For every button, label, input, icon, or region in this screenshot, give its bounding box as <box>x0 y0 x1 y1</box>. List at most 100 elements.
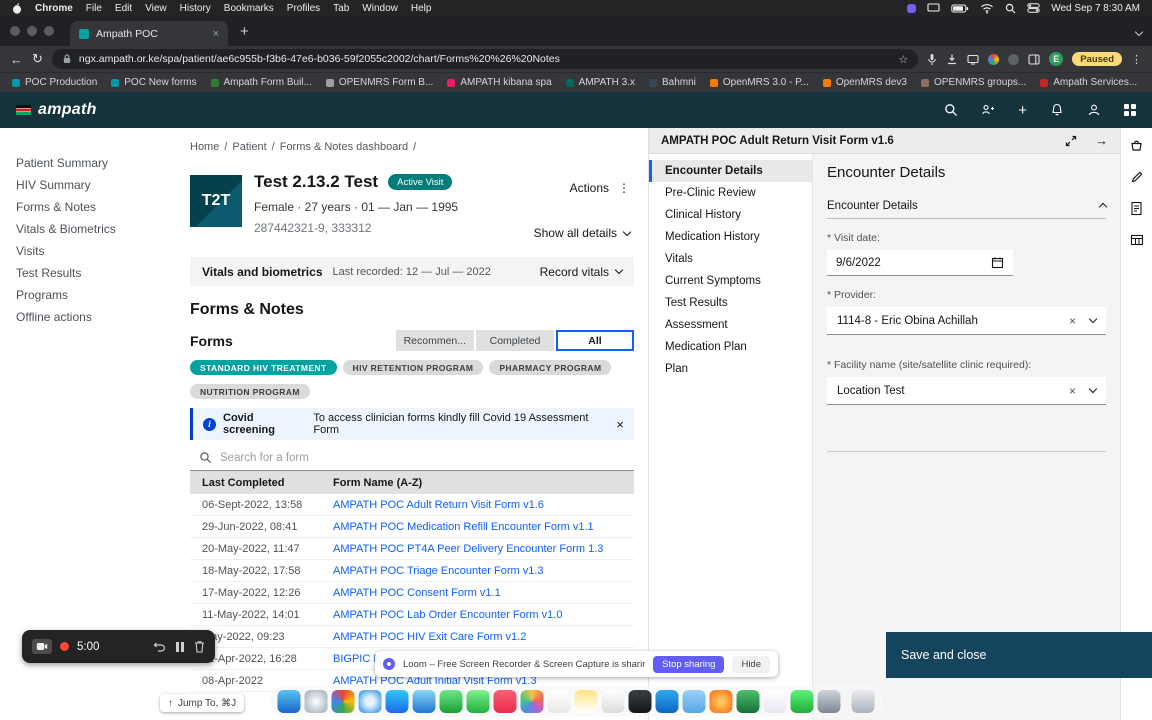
bookmark-item[interactable]: OpenMRS 3.0 - P... <box>709 77 809 88</box>
form-name-link[interactable]: AMPATH POC Lab Order Encounter Form v1.0 <box>333 609 562 621</box>
dock-app-icon[interactable] <box>547 690 571 713</box>
stop-sharing-button[interactable]: Stop sharing <box>653 655 725 673</box>
tab-all[interactable]: All <box>556 330 634 351</box>
app-switcher-grid-icon[interactable] <box>1124 104 1136 116</box>
dock-app-icon[interactable] <box>412 690 436 713</box>
results-table-icon[interactable] <box>1130 233 1144 247</box>
download-icon[interactable] <box>946 53 958 65</box>
hide-workspace-arrow-icon[interactable]: → <box>1095 133 1108 148</box>
program-tag[interactable]: PHARMACY PROGRAM <box>489 360 612 375</box>
menubar-item[interactable]: Help <box>411 3 432 14</box>
menubar-item[interactable]: Edit <box>115 3 132 14</box>
battery-icon[interactable] <box>951 4 969 13</box>
form-name-link[interactable]: AMPATH POC Consent Form v1.1 <box>333 587 501 599</box>
record-indicator-icon[interactable] <box>60 642 69 651</box>
form-section-link[interactable]: Test Results <box>649 292 812 314</box>
patient-actions-button[interactable]: Actions ⋮ <box>570 181 630 195</box>
menubar-item[interactable]: Chrome <box>35 3 73 14</box>
dock-app-icon[interactable] <box>331 690 355 713</box>
form-section-link[interactable]: Vitals <box>649 248 812 270</box>
sync-paused-badge[interactable]: Paused <box>1072 52 1122 66</box>
menubar-item[interactable]: Profiles <box>287 3 320 14</box>
back-button[interactable]: ← <box>10 52 23 67</box>
bookmark-item[interactable]: OpenMRS dev3 <box>822 77 907 88</box>
spotlight-search-icon[interactable] <box>1005 3 1016 14</box>
window-close-button[interactable] <box>10 26 20 36</box>
sidebar-item[interactable]: Patient Summary <box>16 152 180 174</box>
form-search[interactable] <box>190 445 634 471</box>
maximize-icon[interactable] <box>1065 135 1077 147</box>
cast-icon[interactable] <box>967 54 979 65</box>
bookmark-item[interactable]: Ampath Services... <box>1040 77 1137 88</box>
display-icon[interactable] <box>927 3 940 13</box>
site-lock-icon[interactable] <box>62 53 72 65</box>
delete-recording-icon[interactable] <box>194 640 205 653</box>
sidebar-item[interactable]: Test Results <box>16 262 180 284</box>
screen-record-indicator-icon[interactable] <box>907 3 917 13</box>
bookmark-item[interactable]: OPENMRS groups... <box>921 77 1026 88</box>
form-name-link[interactable]: AMPATH POC Triage Encounter Form v1.3 <box>333 565 544 577</box>
form-section-link[interactable]: Pre-Clinic Review <box>649 182 812 204</box>
form-section-link[interactable]: Medication Plan <box>649 336 812 358</box>
program-tag[interactable]: STANDARD HIV TREATMENT <box>190 360 337 375</box>
jump-to-hint[interactable]: ↑ Jump To, ⌘J <box>160 694 245 712</box>
bookmark-item[interactable]: POC Production <box>12 77 97 88</box>
dock-app-icon[interactable] <box>358 690 382 713</box>
dock-app-icon[interactable] <box>628 690 652 713</box>
dock-app-icon[interactable] <box>304 690 328 713</box>
hide-banner-button[interactable]: Hide <box>732 655 770 673</box>
search-icon[interactable] <box>944 103 958 117</box>
form-name-link[interactable]: BIGPIC F <box>333 653 380 665</box>
user-queue-icon[interactable] <box>981 103 995 117</box>
record-vitals-button[interactable]: Record vitals <box>540 265 624 279</box>
form-section-link[interactable]: Plan <box>649 358 812 380</box>
sidebar-item[interactable]: Offline actions <box>16 306 180 328</box>
clear-selection-icon[interactable]: × <box>1069 314 1076 328</box>
notifications-bell-icon[interactable] <box>1050 103 1064 117</box>
window-zoom-button[interactable] <box>44 26 54 36</box>
form-name-link[interactable]: AMPATH POC Adult Return Visit Form v1.6 <box>333 499 544 511</box>
dock-app-icon[interactable] <box>736 690 760 713</box>
dock-app-icon[interactable] <box>601 690 625 713</box>
dock-app-icon[interactable] <box>574 690 598 713</box>
menubar-item[interactable]: View <box>145 3 167 14</box>
mic-icon[interactable] <box>927 53 937 66</box>
program-tag[interactable]: NUTRITION PROGRAM <box>190 384 310 399</box>
notice-close-icon[interactable]: × <box>616 417 624 432</box>
control-center-icon[interactable] <box>1027 3 1040 13</box>
browser-tab[interactable]: Ampath POC × <box>70 21 228 46</box>
browser-menu-icon[interactable]: ⋮ <box>1131 53 1142 66</box>
apple-menu-icon[interactable] <box>12 2 22 14</box>
form-section-link[interactable]: Medication History <box>649 226 812 248</box>
menubar-item[interactable]: Tab <box>333 3 349 14</box>
visit-date-input[interactable]: 9/6/2022 <box>827 250 1013 276</box>
bookmark-item[interactable]: Bahmni <box>648 77 696 88</box>
address-bar[interactable]: ngx.ampath.or.ke/spa/patient/ae6c955b-f3… <box>51 49 919 69</box>
form-name-link[interactable]: AMPATH POC Medication Refill Encounter F… <box>333 521 594 533</box>
tab-search-icon[interactable] <box>1134 24 1144 38</box>
extension-icon-dark[interactable] <box>1008 53 1020 65</box>
program-tag[interactable]: HIV RETENTION PROGRAM <box>342 360 484 375</box>
window-minimize-button[interactable] <box>27 26 37 36</box>
clinical-forms-icon[interactable] <box>1130 201 1143 216</box>
dock-app-icon[interactable] <box>790 690 814 713</box>
clear-selection-icon[interactable]: × <box>1069 384 1076 398</box>
form-name-link[interactable]: AMPATH POC PT4A Peer Delivery Encounter … <box>333 543 603 555</box>
tab-completed[interactable]: Completed <box>476 330 554 351</box>
provider-combobox[interactable]: 1114-8 - Eric Obina Achillah × <box>827 307 1106 335</box>
form-section-link[interactable]: Clinical History <box>649 204 812 226</box>
note-pencil-icon[interactable] <box>1130 170 1144 184</box>
form-section-link[interactable]: Assessment <box>649 314 812 336</box>
tab-recommended[interactable]: Recommen... <box>395 330 474 351</box>
breadcrumb-dashboard[interactable]: Forms & Notes dashboard <box>280 141 408 153</box>
overflow-menu-icon[interactable]: ⋮ <box>618 181 630 195</box>
restart-recording-icon[interactable] <box>153 641 166 653</box>
save-and-close-button[interactable]: Save and close <box>886 632 1152 678</box>
side-panel-icon[interactable] <box>1028 53 1040 65</box>
dock-app-icon[interactable] <box>277 690 301 713</box>
sidebar-item[interactable]: Forms & Notes <box>16 196 180 218</box>
dock-app-icon[interactable] <box>763 690 787 713</box>
form-section-link[interactable]: Encounter Details <box>649 160 812 182</box>
profile-avatar[interactable]: E <box>1049 52 1064 66</box>
dock-app-icon[interactable] <box>439 690 463 713</box>
